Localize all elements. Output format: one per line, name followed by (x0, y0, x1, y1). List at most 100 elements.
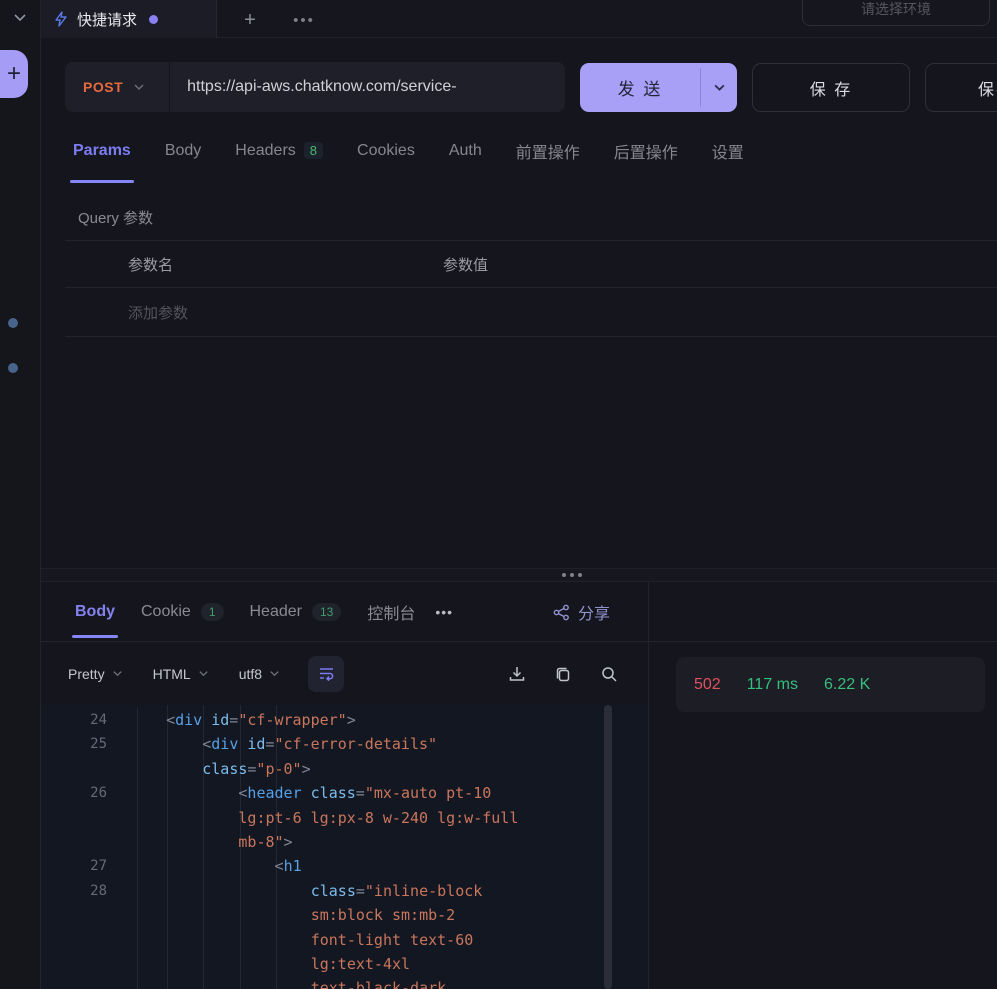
response-tab-控制台[interactable]: 控制台 (367, 582, 415, 642)
copy-icon[interactable] (554, 665, 572, 683)
code-line: 25 <div id="cf-error-details" (41, 732, 648, 756)
gutter-divider (107, 732, 138, 756)
token (302, 784, 311, 802)
status-code: 502 (694, 676, 721, 694)
status-time: 117 ms (747, 676, 798, 694)
code-text: sm:block sm:mb-2 (138, 903, 455, 927)
gutter-divider (107, 757, 138, 781)
gutter-divider (107, 952, 138, 976)
tab-headers[interactable]: Headers8 (235, 115, 323, 186)
line-number: 24 (41, 708, 107, 732)
token: id (247, 735, 265, 753)
token: sm:block sm:mb-2 (311, 906, 456, 924)
tab-前置操作[interactable]: 前置操作 (516, 115, 580, 186)
search-icon[interactable] (600, 665, 618, 683)
new-request-button[interactable]: + (0, 50, 28, 98)
encoding-value: utf8 (239, 666, 262, 682)
token: text-black-dark (311, 979, 446, 989)
request-tab[interactable]: 快捷请求 (41, 0, 217, 38)
code-line: class="p-0"> (41, 757, 648, 781)
tab-label: 前置操作 (516, 139, 580, 163)
line-number: 26 (41, 781, 107, 805)
code-line: 24 <div id="cf-wrapper"> (41, 708, 648, 732)
word-wrap-button[interactable] (308, 656, 344, 692)
response-status: 502 117 ms 6.22 K (676, 657, 985, 712)
tab-label: Cookies (357, 142, 415, 160)
code-viewer[interactable]: 24 <div id="cf-wrapper"> 25 <div id="cf-err… (41, 705, 648, 989)
code-line: sm:block sm:mb-2 (41, 903, 648, 927)
language-select[interactable]: HTML (153, 666, 209, 682)
tab-后置操作[interactable]: 后置操作 (614, 115, 678, 186)
line-number (41, 806, 107, 830)
save-as-button[interactable]: 保存为 (925, 63, 997, 112)
drag-handle-icon[interactable] (562, 569, 582, 581)
response-tabs-more-icon[interactable]: ••• (435, 604, 453, 620)
tab-params[interactable]: Params (73, 115, 131, 186)
tab-body[interactable]: Body (165, 115, 201, 186)
tab-count-badge: 13 (312, 603, 341, 621)
table-header-row: 参数名 参数值 (65, 240, 997, 287)
code-scrollbar[interactable] (604, 705, 612, 989)
response-tab-body[interactable]: Body (75, 582, 115, 642)
gutter-divider (107, 879, 138, 903)
tab-more-icon[interactable]: ••• (289, 7, 319, 33)
panel-splitter[interactable] (41, 568, 997, 582)
token: h1 (284, 857, 302, 875)
line-number (41, 952, 107, 976)
tab-count-badge: 8 (304, 142, 323, 159)
token: "p-0" (256, 760, 301, 778)
status-size: 6.22 K (824, 676, 870, 694)
environment-select[interactable]: 请选择环境 (802, 0, 990, 26)
chevron-down-icon[interactable] (133, 81, 145, 93)
send-options-chevron-icon[interactable] (701, 63, 737, 112)
rail-dot-indicator[interactable] (8, 363, 18, 373)
code-line: 26<header class="mx-auto pt-10 (41, 781, 648, 805)
gutter-divider (107, 903, 138, 927)
token: < (166, 711, 175, 729)
token: > (284, 833, 293, 851)
tab-label: 控制台 (367, 600, 415, 624)
code-text: <div id="cf-error-details" (138, 732, 437, 756)
line-number: 28 (41, 879, 107, 903)
method-select[interactable]: POST (65, 79, 123, 95)
code-text: class="p-0"> (138, 757, 311, 781)
token: = (229, 711, 238, 729)
response-toolbar: Pretty HTML utf8 (41, 642, 648, 705)
token: > (302, 760, 311, 778)
tab-设置[interactable]: 设置 (712, 115, 744, 186)
code-line: text-black-dark (41, 976, 648, 989)
toolbar-icons (508, 665, 648, 683)
code-text: <div id="cf-wrapper"> (138, 708, 356, 732)
add-param-row[interactable]: 添加参数 (65, 287, 997, 337)
response-tabs: Body Cookie1 Header13 控制台 ••• (75, 582, 453, 642)
collapse-chevron-icon[interactable] (11, 8, 29, 26)
line-number: 25 (41, 732, 107, 756)
format-select[interactable]: Pretty (68, 666, 123, 682)
encoding-select[interactable]: utf8 (239, 666, 280, 682)
tab-cookies[interactable]: Cookies (357, 115, 415, 186)
save-button[interactable]: 保 存 (752, 63, 910, 112)
line-number: 27 (41, 854, 107, 878)
code-text: font-light text-60 (138, 928, 473, 952)
download-icon[interactable] (508, 665, 526, 683)
new-tab-button[interactable]: + (237, 7, 263, 33)
plus-icon: + (7, 62, 21, 86)
rail-dot-indicator[interactable] (8, 318, 18, 328)
request-tab-title: 快捷请求 (77, 9, 137, 30)
line-number (41, 928, 107, 952)
share-button[interactable]: 分享 (553, 582, 610, 642)
url-input[interactable]: https://api-aws.chatknow.com/service- (170, 78, 565, 96)
response-tab-header[interactable]: Header13 (250, 582, 342, 642)
response-tab-cookie[interactable]: Cookie1 (141, 582, 224, 642)
top-tab-bar: 快捷请求 + ••• 请选择环境 (41, 0, 997, 38)
send-button[interactable]: 发 送 (580, 63, 737, 112)
gutter-divider (107, 854, 138, 878)
url-group: POST https://api-aws.chatknow.com/servic… (65, 62, 565, 112)
token: < (275, 857, 284, 875)
token: div (175, 711, 202, 729)
query-params-table: 参数名 参数值 添加参数 (65, 240, 997, 337)
code-text: lg:text-4xl (138, 952, 410, 976)
query-params-section: Query 参数 参数名 参数值 添加参数 (41, 186, 997, 568)
format-value: Pretty (68, 666, 105, 682)
tab-auth[interactable]: Auth (449, 115, 482, 186)
